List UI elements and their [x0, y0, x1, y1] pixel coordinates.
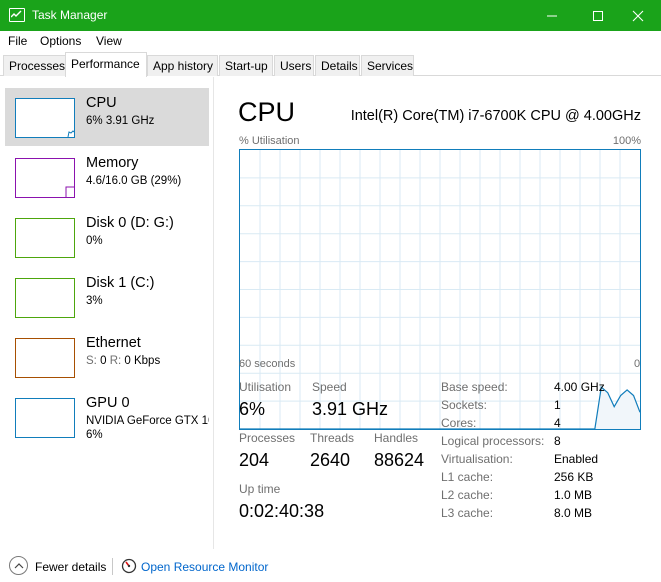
resource-sidebar: CPU 6% 3.91 GHz Memory 4.6/16.0 GB (29%)… — [0, 77, 214, 549]
spec-value-l2-cache: 1.0 MB — [554, 488, 593, 502]
spec-key-cores: Cores: — [441, 416, 477, 430]
page-title: CPU — [238, 97, 296, 127]
gpu-thumbnail-graph — [15, 398, 75, 438]
ethernet-thumbnail-graph — [15, 338, 75, 378]
sidebar-item-label: Disk 0 (D: G:) — [86, 215, 174, 231]
spec-key-l1-cache: L1 cache: — [441, 470, 494, 484]
cpu-performance-panel: CPU Intel(R) Core(TM) i7-6700K CPU @ 4.0… — [215, 77, 661, 549]
tab-performance[interactable]: Performance — [65, 52, 147, 77]
spec-value-l3-cache: 8.0 MB — [554, 506, 593, 520]
sidebar-item-disk-1[interactable]: Disk 1 (C:) 3% — [5, 268, 209, 326]
menu-options[interactable]: Options — [40, 34, 81, 48]
receive-label: R: — [109, 355, 122, 367]
tab-strip: Processes Performance App history Start-… — [0, 52, 661, 77]
sidebar-item-detail-2: 6% — [86, 429, 103, 441]
sidebar-item-label: CPU — [86, 95, 117, 111]
sidebar-item-gpu-0[interactable]: GPU 0 NVIDIA GeForce GTX 108 6% — [5, 388, 209, 452]
spec-value-cores: 4 — [554, 416, 561, 430]
receive-value: 0 Kbps — [124, 355, 161, 367]
title-bar: Task Manager — [0, 0, 661, 31]
spec-value-l1-cache: 256 KB — [554, 470, 594, 484]
graph-x-left-label: 60 seconds — [239, 358, 296, 370]
sidebar-item-disk-0[interactable]: Disk 0 (D: G:) 0% — [5, 208, 209, 266]
sidebar-item-memory[interactable]: Memory 4.6/16.0 GB (29%) — [5, 148, 209, 206]
menu-bar: File Options View — [0, 31, 661, 52]
sidebar-item-detail: 3% — [86, 295, 103, 307]
threads-value: 2640 — [310, 450, 351, 470]
spec-value-sockets: 1 — [554, 398, 561, 412]
disk-0-thumbnail-graph — [15, 218, 75, 258]
sidebar-item-detail: 4.6/16.0 GB (29%) — [86, 175, 182, 187]
speed-value: 3.91 GHz — [312, 399, 389, 419]
sidebar-item-label: Disk 1 (C:) — [86, 275, 155, 291]
utilisation-label: Utilisation — [239, 380, 292, 394]
open-resource-monitor-link[interactable]: Open Resource Monitor — [141, 560, 268, 574]
sidebar-item-detail: S: 0 R: 0 Kbps — [86, 355, 160, 367]
close-button[interactable] — [615, 0, 661, 31]
cpu-thumbnail-graph — [15, 98, 75, 138]
sidebar-item-detail: NVIDIA GeForce GTX 108 — [86, 415, 209, 427]
utilisation-value: 6% — [239, 399, 266, 419]
graph-y-label: % Utilisation — [239, 135, 300, 147]
spec-key-sockets: Sockets: — [441, 398, 488, 412]
menu-view[interactable]: View — [96, 34, 122, 48]
send-label: S: — [86, 355, 97, 367]
uptime-label: Up time — [239, 482, 281, 496]
menu-file[interactable]: File — [8, 34, 27, 48]
graph-y-max-label: 100% — [612, 135, 641, 147]
tab-services[interactable]: Services — [361, 55, 414, 76]
sidebar-item-detail: 6% 3.91 GHz — [86, 115, 155, 127]
disk-1-thumbnail-graph — [15, 278, 75, 318]
minimize-button[interactable] — [529, 0, 575, 31]
task-manager-icon — [9, 8, 25, 22]
sidebar-item-label: GPU 0 — [86, 395, 130, 411]
tab-app-history[interactable]: App history — [147, 55, 218, 76]
processes-value: 204 — [239, 450, 270, 470]
footer-divider — [112, 558, 113, 575]
footer-bar: Fewer details Open Resource Monitor — [0, 549, 661, 582]
spec-value-virtualisation: Enabled — [554, 452, 599, 466]
spec-key-virtualisation: Virtualisation: — [441, 452, 513, 466]
graph-x-right-label: 0 — [634, 358, 641, 370]
chevron-up-icon[interactable] — [9, 556, 28, 575]
send-value: 0 — [100, 355, 107, 367]
spec-key-base-speed: Base speed: — [441, 380, 508, 394]
tab-processes[interactable]: Processes — [3, 55, 66, 76]
handles-label: Handles — [374, 431, 419, 445]
memory-thumbnail-graph — [15, 158, 75, 198]
resource-monitor-icon[interactable] — [121, 558, 137, 574]
sidebar-item-cpu[interactable]: CPU 6% 3.91 GHz — [5, 88, 209, 146]
spec-key-l3-cache: L3 cache: — [441, 506, 494, 520]
threads-label: Threads — [310, 431, 355, 445]
tab-start-up[interactable]: Start-up — [219, 55, 273, 76]
tab-details[interactable]: Details — [315, 55, 360, 76]
fewer-details-button[interactable]: Fewer details — [35, 560, 106, 574]
speed-label: Speed — [312, 380, 347, 394]
spec-value-base-speed: 4.00 GHz — [554, 380, 605, 394]
cpu-model-name: Intel(R) Core(TM) i7-6700K CPU @ 4.00GHz — [350, 108, 641, 124]
spec-key-logical-processors: Logical processors: — [441, 434, 545, 448]
sidebar-item-ethernet[interactable]: Ethernet S: 0 R: 0 Kbps — [5, 328, 209, 386]
handles-value: 88624 — [374, 450, 425, 470]
spec-value-logical-processors: 8 — [554, 434, 561, 448]
spec-key-l2-cache: L2 cache: — [441, 488, 494, 502]
sidebar-item-detail: 0% — [86, 235, 103, 247]
uptime-value: 0:02:40:38 — [239, 501, 325, 521]
processes-label: Processes — [239, 431, 296, 445]
sidebar-item-label: Ethernet — [86, 335, 141, 351]
tab-users[interactable]: Users — [274, 55, 314, 76]
window-title: Task Manager — [32, 8, 108, 22]
sidebar-item-label: Memory — [86, 155, 139, 171]
